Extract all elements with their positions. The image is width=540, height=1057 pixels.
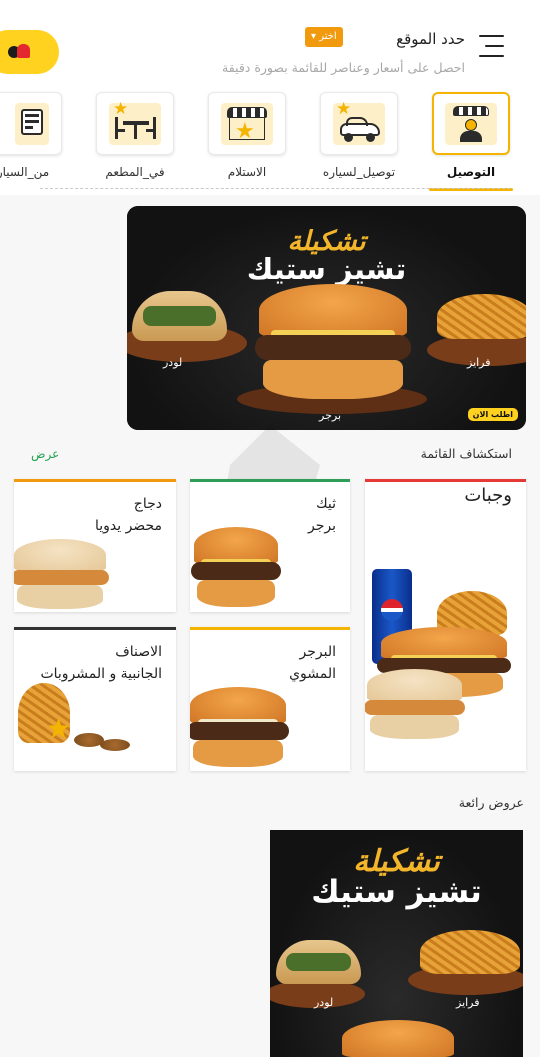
banner-label-fries: فرايز xyxy=(467,356,491,369)
bag-notification-icon xyxy=(8,42,30,62)
order-type-tabs: التوصيل ★ توصيل_لسياره ★ الاستلام ★ في_ا… xyxy=(0,86,540,192)
tab-pickup[interactable]: ★ الاستلام xyxy=(208,92,286,179)
divider xyxy=(40,188,510,189)
order-now-button[interactable]: اطلب الان xyxy=(467,408,518,421)
burger-image xyxy=(254,284,412,399)
menu-card-title: ثيك برجر xyxy=(308,496,336,534)
menu-card-title: البرجر المشوي xyxy=(289,644,336,682)
burger-image xyxy=(190,687,289,767)
banner-label-wrap: لودر xyxy=(163,356,183,369)
star-icon: ★ xyxy=(46,712,72,745)
location-subtitle: احصل على أسعار وعناصر للقائمة بصورة دقيق… xyxy=(222,60,465,75)
drive-thru-icon xyxy=(15,102,49,145)
tab-delivery[interactable]: التوصيل xyxy=(429,92,513,191)
menu-card-meals[interactable]: وجبات xyxy=(365,479,526,771)
fries-image xyxy=(420,930,520,974)
tab-car-delivery[interactable]: ★ توصيل_لسياره xyxy=(320,92,398,179)
menu-card-grilled-burger[interactable]: البرجر المشوي xyxy=(190,627,350,771)
app-screen: حدد الموقع اختر ▾ احصل على أسعار وعناصر … xyxy=(0,0,540,1057)
menu-card-chicken[interactable]: دجاج محضر يدويا xyxy=(14,479,176,612)
great-offers-title: عروض رائعة xyxy=(458,795,524,810)
tab-label: التوصيل xyxy=(446,165,496,179)
chicken-burger-image xyxy=(365,669,465,739)
delivery-shop-icon xyxy=(445,102,497,145)
cart-button[interactable] xyxy=(0,30,59,74)
location-title[interactable]: حدد الموقع xyxy=(396,30,465,48)
menu-card-thick-burger[interactable]: ثيك برجر xyxy=(190,479,350,612)
tab-drive-thru[interactable]: من_السيار xyxy=(0,92,62,179)
menu-card-title: دجاج محضر يدويا xyxy=(94,496,162,534)
view-all-link[interactable]: عرض xyxy=(31,447,59,461)
fries-image xyxy=(437,294,526,339)
hamburger-menu-icon[interactable] xyxy=(479,35,504,57)
pickup-shop-icon: ★ xyxy=(221,102,273,145)
banner-title-line2: تشيز ستيك xyxy=(246,252,407,286)
car-delivery-icon: ★ xyxy=(333,100,385,145)
offer-banner[interactable]: تشكيلة تشيز ستيك لودر فرايز xyxy=(270,830,523,1057)
menu-card-sides-drinks[interactable]: الاصناف الجانبية و المشروبات ★ xyxy=(14,627,176,771)
burger-image xyxy=(342,1020,454,1057)
tab-label: الاستلام xyxy=(227,165,267,179)
cookie-image xyxy=(100,739,130,751)
tab-dine-in[interactable]: ★ في_المطعم xyxy=(96,92,174,179)
offer-label-fries: فرايز xyxy=(456,996,480,1009)
menu-card-title: وجبات xyxy=(464,485,512,506)
banner-label-burger: برجر xyxy=(319,409,341,422)
offer-title-line2: تشيز ستيك xyxy=(311,874,482,910)
tab-label: في_المطعم xyxy=(105,165,165,179)
promo-banner[interactable]: تشكيلة تشيز ستيك لودر برجر فرايز اطلب ال… xyxy=(127,206,526,430)
burger-image xyxy=(191,527,281,607)
choose-location-button[interactable]: اختر ▾ xyxy=(305,27,343,47)
dine-in-icon: ★ xyxy=(109,100,161,145)
menu-card-title: الاصناف الجانبية و المشروبات xyxy=(40,644,162,682)
chicken-burger-image xyxy=(14,539,109,609)
offer-label-wrap: لودر xyxy=(314,996,334,1009)
wrap-sandwich-image xyxy=(276,940,361,984)
explore-menu-title: استكشاف القائمة xyxy=(420,446,512,461)
tab-label: توصيل_لسياره xyxy=(322,165,396,179)
header: حدد الموقع اختر ▾ احصل على أسعار وعناصر … xyxy=(0,0,540,86)
tab-label: من_السيار xyxy=(0,165,50,179)
